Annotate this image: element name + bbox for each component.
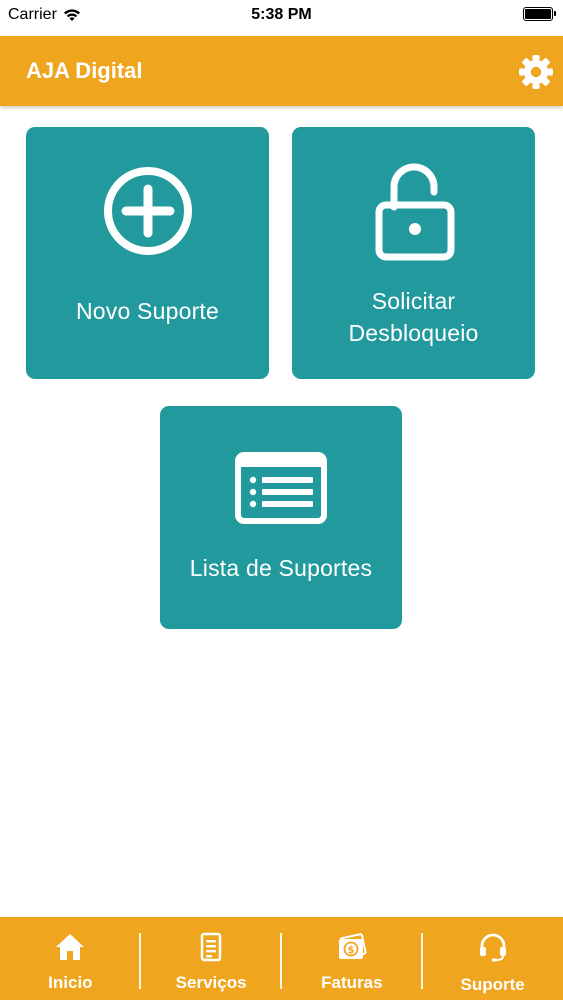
tab-label: Suporte [460, 975, 525, 994]
list-icon [235, 452, 327, 524]
tab-label: Inicio [48, 973, 93, 992]
tile-label-line-1: Solicitar [371, 288, 456, 314]
solicitar-desbloqueio-button[interactable]: Solicitar Desbloqueio [292, 127, 535, 379]
tab-divider [139, 933, 141, 989]
app-header: AJA Digital [0, 36, 563, 106]
tab-inicio[interactable]: Inicio [0, 917, 141, 1000]
plus-circle-icon [104, 167, 192, 255]
tab-label: Faturas [321, 973, 383, 992]
tab-servicos[interactable]: Serviços [141, 917, 282, 1000]
tab-suporte[interactable]: Suporte [422, 917, 563, 1000]
tab-divider [280, 933, 282, 989]
app-title: AJA Digital [26, 58, 143, 83]
status-bar: Carrier 5:38 PM [0, 0, 563, 36]
status-time: 5:38 PM [251, 6, 312, 23]
tile-label: Lista de Suportes [189, 555, 373, 581]
tile-label: Novo Suporte [75, 298, 220, 324]
bottom-tab-bar: Inicio Serviços $ Faturas Suporte [0, 917, 563, 1000]
money-icon: $ [338, 933, 367, 959]
svg-text:$: $ [347, 945, 354, 956]
tab-divider [421, 933, 423, 989]
lista-de-suportes-button[interactable]: Lista de Suportes [160, 406, 402, 629]
novo-suporte-button[interactable]: Novo Suporte [26, 127, 269, 379]
tab-faturas[interactable]: $ Faturas [282, 917, 423, 1000]
headset-icon [479, 933, 506, 962]
tile-label-line-2: Desbloqueio [348, 320, 479, 346]
unlock-icon [375, 163, 455, 261]
tab-label: Serviços [175, 973, 247, 992]
battery-icon [523, 7, 556, 21]
document-icon [200, 932, 222, 962]
home-icon [56, 934, 85, 960]
gear-icon[interactable] [517, 53, 555, 91]
